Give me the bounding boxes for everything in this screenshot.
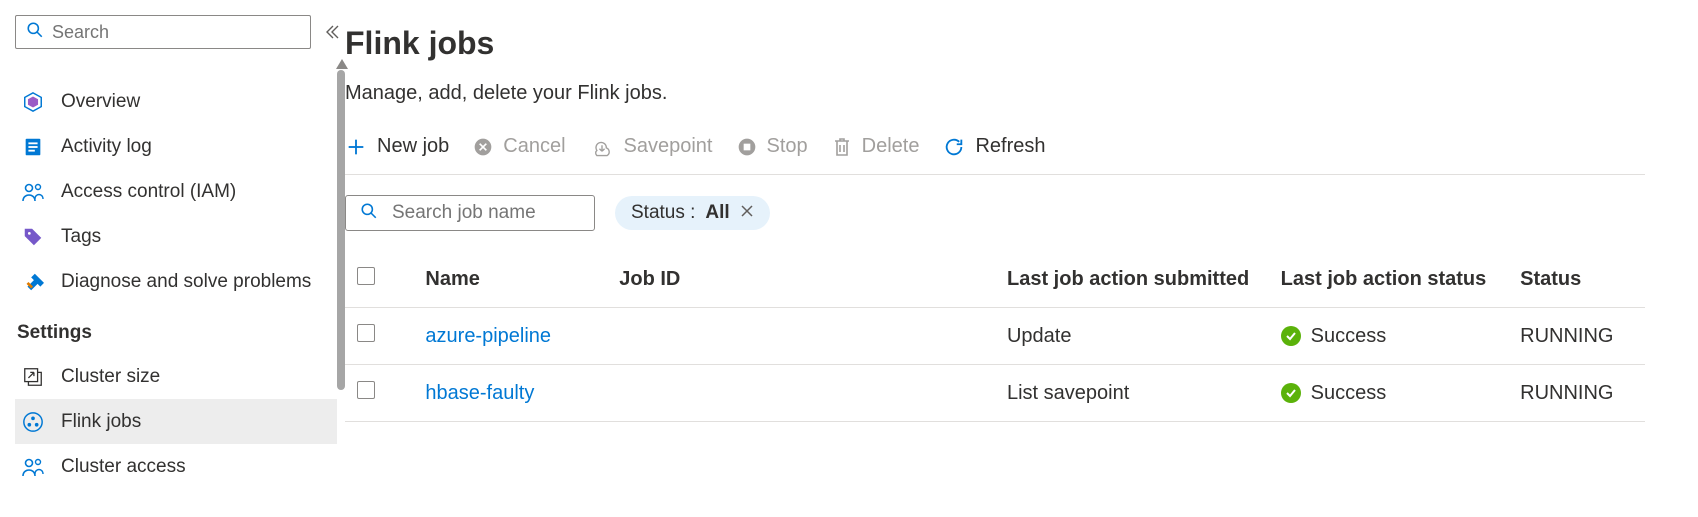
cluster-access-icon [21,455,45,479]
toolbar-label: Stop [767,135,808,158]
stop-button: Stop [737,135,808,158]
toolbar-label: Refresh [975,135,1045,158]
table-row[interactable]: azure-pipeline Update Success RUNNING [345,308,1645,365]
sidebar-item-overview[interactable]: Overview [15,79,337,124]
search-icon [26,21,52,44]
sidebar-item-cluster-size[interactable]: Cluster size [15,354,337,399]
sidebar-search-input[interactable] [52,22,300,43]
sidebar-item-diagnose[interactable]: Diagnose and solve problems [15,259,337,304]
job-name-link[interactable]: azure-pipeline [425,325,551,347]
col-job-id[interactable]: Job ID [607,251,995,308]
row-checkbox[interactable] [357,324,375,342]
filter-row: Status : All [345,195,1698,231]
job-search-input[interactable] [392,202,580,224]
job-search[interactable] [345,195,595,231]
sidebar-item-label: Cluster access [61,456,186,478]
sidebar: Overview Activity log Access control (IA… [0,0,345,517]
sidebar-scrollbar[interactable] [337,70,345,390]
savepoint-button: Savepoint [590,135,713,158]
cancel-button: Cancel [473,135,565,158]
select-all-checkbox[interactable] [357,267,375,285]
toolbar-label: Savepoint [624,135,713,158]
sidebar-item-activity-log[interactable]: Activity log [15,124,337,169]
stop-icon [737,137,757,157]
activity-log-icon [21,135,45,159]
sidebar-search[interactable] [15,15,311,49]
last-action-status-cell: Success [1269,308,1508,365]
sidebar-item-label: Access control (IAM) [61,181,236,203]
page-subtitle: Manage, add, delete your Flink jobs. [345,82,1698,105]
toolbar: New job Cancel Savepoint Stop Delete [345,135,1645,175]
toolbar-label: Delete [862,135,920,158]
overview-icon [21,90,45,114]
sidebar-item-flink-jobs[interactable]: Flink jobs [15,399,337,444]
refresh-icon [943,136,965,158]
success-icon [1281,326,1301,346]
col-status[interactable]: Status [1508,251,1645,308]
status-filter-pill[interactable]: Status : All [615,196,770,230]
sidebar-item-label: Diagnose and solve problems [61,271,311,293]
row-checkbox[interactable] [357,381,375,399]
col-last-action-status[interactable]: Last job action status [1269,251,1508,308]
status-cell: RUNNING [1508,308,1645,365]
job-id-cell [607,308,995,365]
new-job-button[interactable]: New job [345,135,449,158]
sidebar-nav: Overview Activity log Access control (IA… [15,79,337,489]
access-control-icon [21,180,45,204]
sidebar-item-label: Overview [61,91,140,113]
status-cell: RUNNING [1508,365,1645,422]
pill-prefix: Status : [631,202,695,224]
sidebar-item-label: Cluster size [61,366,160,388]
main-content: Flink jobs Manage, add, delete your Flin… [345,0,1698,517]
success-icon [1281,383,1301,403]
table-row[interactable]: hbase-faulty List savepoint Success RUNN… [345,365,1645,422]
jobs-table: Name Job ID Last job action submitted La… [345,251,1645,422]
delete-button: Delete [832,135,920,158]
sidebar-item-label: Flink jobs [61,411,141,433]
sidebar-item-access-control[interactable]: Access control (IAM) [15,169,337,214]
search-icon [360,202,392,225]
toolbar-label: Cancel [503,135,565,158]
pill-value: All [705,202,729,224]
collapse-sidebar-button[interactable] [324,24,340,45]
toolbar-label: New job [377,135,449,158]
last-action-submitted-cell: List savepoint [995,365,1269,422]
flink-jobs-icon [21,410,45,434]
sidebar-item-cluster-access[interactable]: Cluster access [15,444,337,489]
job-id-cell [607,365,995,422]
cluster-size-icon [21,365,45,389]
diagnose-icon [21,270,45,294]
sidebar-item-label: Activity log [61,136,152,158]
col-last-action-submitted[interactable]: Last job action submitted [995,251,1269,308]
sidebar-item-tags[interactable]: Tags [15,214,337,259]
cancel-icon [473,137,493,157]
last-action-status-cell: Success [1269,365,1508,422]
tags-icon [21,225,45,249]
refresh-button[interactable]: Refresh [943,135,1045,158]
col-name[interactable]: Name [413,251,607,308]
page-title: Flink jobs [345,25,1698,62]
close-icon[interactable] [740,202,754,224]
table-header-row: Name Job ID Last job action submitted La… [345,251,1645,308]
job-name-link[interactable]: hbase-faulty [425,382,534,404]
delete-icon [832,136,852,158]
last-action-submitted-cell: Update [995,308,1269,365]
sidebar-item-label: Tags [61,226,101,248]
savepoint-icon [590,137,614,157]
sidebar-section-settings: Settings [15,304,337,354]
plus-icon [345,136,367,158]
